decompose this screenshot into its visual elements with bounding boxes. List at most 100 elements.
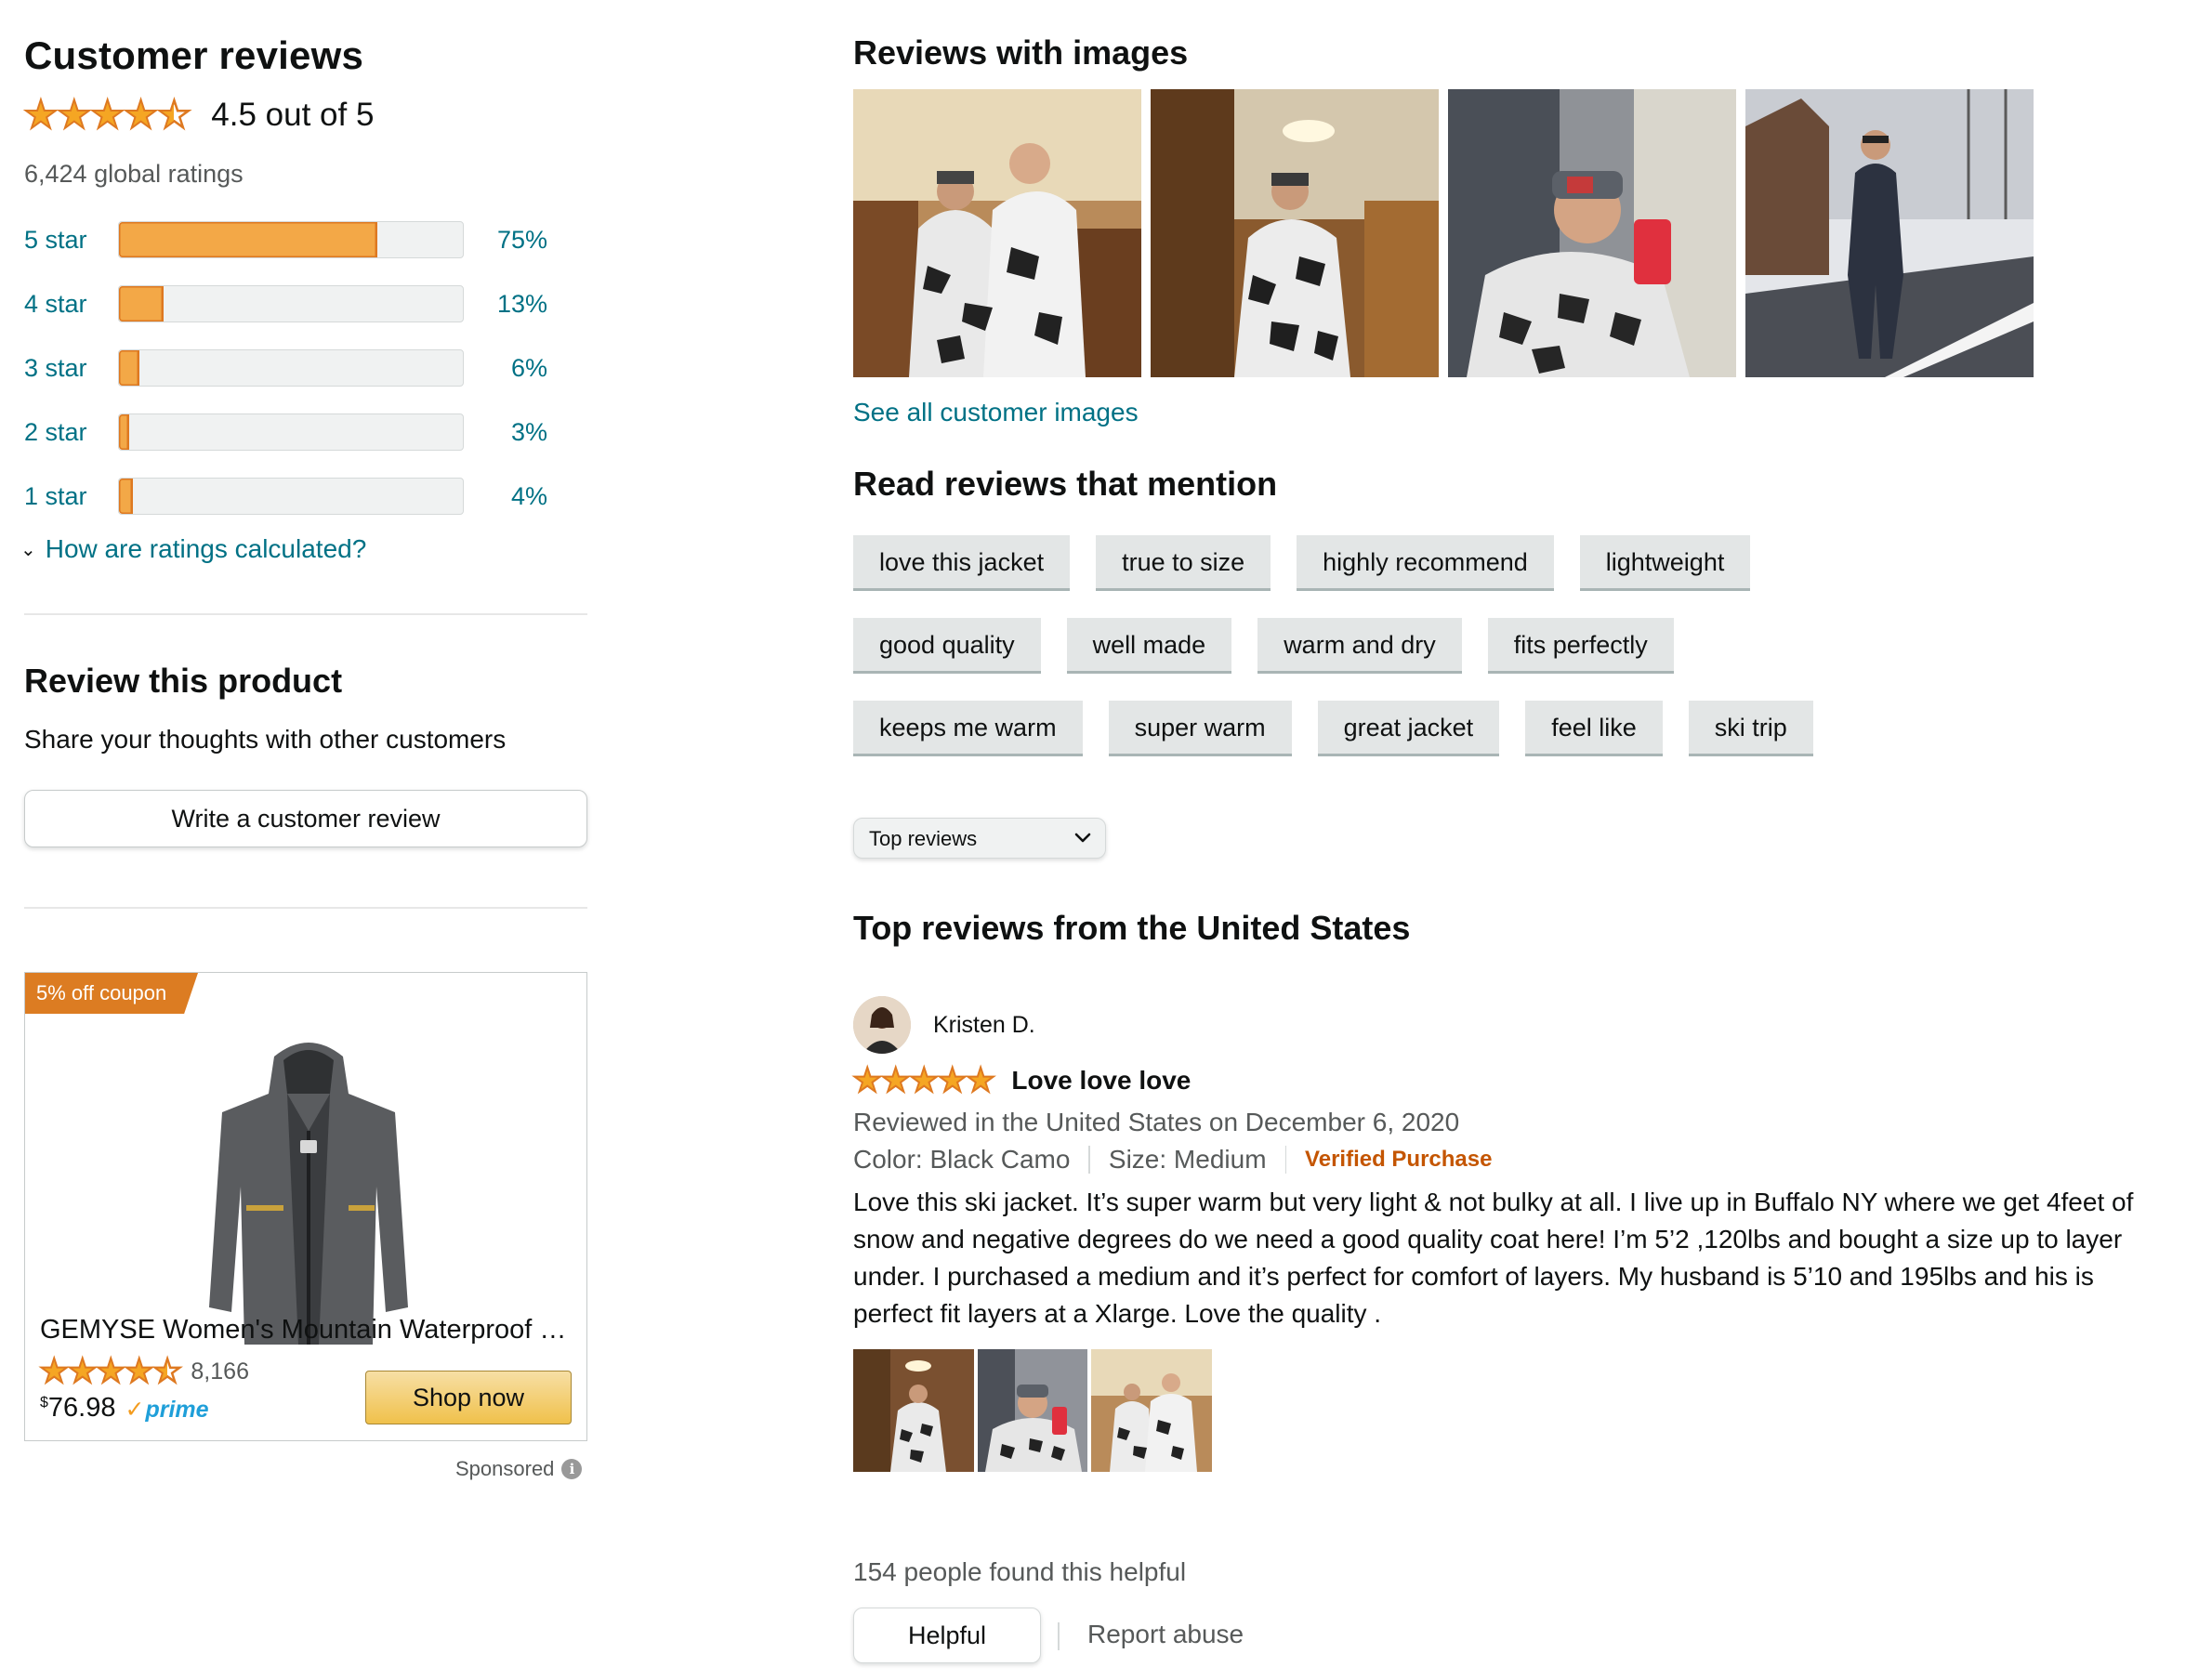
- mention-chip-row: love this jacket true to size highly rec…: [853, 535, 1751, 591]
- reviews-with-images-title: Reviews with images: [853, 33, 1189, 72]
- review-attached-image[interactable]: [853, 1349, 974, 1472]
- histogram-bar[interactable]: [118, 413, 464, 451]
- ad-price: $ 76.98 ✓prime: [40, 1393, 209, 1424]
- see-all-images-link[interactable]: See all customer images: [853, 398, 1139, 427]
- histogram-bar[interactable]: [118, 478, 464, 515]
- mention-chip[interactable]: warm and dry: [1257, 618, 1462, 674]
- review-image-thumbnail[interactable]: [1745, 89, 2034, 377]
- shop-now-button[interactable]: Shop now: [365, 1371, 572, 1424]
- sort-selected-value: Top reviews: [869, 827, 978, 850]
- mention-chip[interactable]: well made: [1066, 618, 1232, 674]
- histogram-label[interactable]: 2 star: [24, 418, 118, 447]
- helpful-count: 154 people found this helpful: [853, 1557, 1187, 1586]
- meta-separator: [1088, 1146, 1090, 1174]
- histogram-percent[interactable]: 75%: [464, 226, 547, 255]
- histogram-label[interactable]: 3 star: [24, 354, 118, 383]
- histogram-row-4-star[interactable]: 4 star 13%: [24, 285, 573, 322]
- histogram-label[interactable]: 5 star: [24, 226, 118, 255]
- info-icon[interactable]: i: [561, 1459, 583, 1479]
- review-image-thumbnail[interactable]: [1151, 89, 1439, 377]
- prime-check-icon: ✓: [125, 1397, 145, 1423]
- histogram-row-3-star[interactable]: 3 star 6%: [24, 349, 573, 387]
- mention-chip[interactable]: lightweight: [1579, 535, 1751, 591]
- histogram-fill: [119, 222, 377, 257]
- mention-chip[interactable]: love this jacket: [853, 535, 1071, 591]
- sponsored-label[interactable]: Sponsored i: [455, 1457, 583, 1481]
- mention-chip[interactable]: fits perfectly: [1487, 618, 1674, 674]
- histogram-fill: [119, 350, 140, 386]
- histogram-fill: [119, 414, 130, 450]
- jacket-product-image[interactable]: [209, 1029, 408, 1356]
- mention-chip[interactable]: true to size: [1096, 535, 1271, 591]
- customer-reviews-title: Customer reviews: [24, 33, 364, 77]
- ad-product-title[interactable]: GEMYSE Women's Mountain Waterproof S…: [40, 1315, 579, 1345]
- histogram-percent[interactable]: 3%: [464, 418, 547, 447]
- average-rating: ★★★★★★★★★★ 4.5 out of 5: [23, 95, 375, 136]
- meta-separator: [1284, 1146, 1287, 1174]
- histogram-fill: [119, 479, 133, 514]
- coupon-badge: 5% off coupon: [25, 973, 198, 1014]
- review-date: Reviewed in the United States on Decembe…: [853, 1108, 1460, 1136]
- global-ratings-count: 6,424 global ratings: [24, 160, 244, 188]
- review-image-thumbnail[interactable]: [853, 89, 1141, 377]
- histogram-percent[interactable]: 13%: [464, 290, 547, 319]
- review-attached-image[interactable]: [978, 1349, 1087, 1472]
- review-size[interactable]: Size: Medium: [1109, 1145, 1267, 1175]
- average-rating-text: 4.5 out of 5: [211, 97, 375, 133]
- histogram-row-1-star[interactable]: 1 star 4%: [24, 478, 573, 515]
- ratings-calculation-link[interactable]: ⌄ How are ratings calculated?: [20, 534, 366, 564]
- histogram-label[interactable]: 1 star: [24, 482, 118, 511]
- mention-chip[interactable]: super warm: [1108, 701, 1292, 756]
- histogram-bar[interactable]: [118, 349, 464, 387]
- avatar[interactable]: [853, 996, 911, 1054]
- mention-chip[interactable]: feel like: [1525, 701, 1663, 756]
- reviewer-name[interactable]: Kristen D.: [933, 1012, 1035, 1039]
- ratings-calculation-label[interactable]: How are ratings calculated?: [46, 534, 367, 564]
- section-divider: [24, 613, 587, 615]
- histogram-percent[interactable]: 4%: [464, 482, 547, 511]
- histogram-bar[interactable]: [118, 285, 464, 322]
- star-rating-icon: ★★★★★★★★★★: [852, 1063, 996, 1098]
- review-attached-images: [853, 1349, 1212, 1472]
- sponsored-ad-card[interactable]: 5% off coupon GEMYSE Women's Mountain Wa…: [24, 972, 587, 1441]
- review-image-thumbnail[interactable]: [1448, 89, 1736, 377]
- ad-rating[interactable]: ★★★★★★★★★★ 8,166: [39, 1355, 249, 1389]
- mentions-title: Read reviews that mention: [853, 465, 1278, 503]
- price-value: 76.98: [47, 1393, 116, 1423]
- review-image-gallery: [853, 89, 2034, 377]
- mention-chip-row: good quality well made warm and dry fits…: [853, 618, 1674, 674]
- mention-chip[interactable]: good quality: [853, 618, 1041, 674]
- histogram-percent[interactable]: 6%: [464, 354, 547, 383]
- chevron-down-icon: ⌄: [20, 539, 36, 560]
- histogram-row-2-star[interactable]: 2 star 3%: [24, 413, 573, 451]
- mention-chip[interactable]: keeps me warm: [853, 701, 1083, 756]
- prime-label: prime: [145, 1397, 209, 1423]
- review-variant-info: Color: Black Camo Size: Medium Verified …: [853, 1145, 1492, 1175]
- review-color[interactable]: Color: Black Camo: [853, 1145, 1070, 1175]
- report-abuse-link[interactable]: Report abuse: [1087, 1620, 1244, 1649]
- review-product-subtitle: Share your thoughts with other customers: [24, 725, 507, 754]
- histogram-row-5-star[interactable]: 5 star 75%: [24, 221, 573, 258]
- mention-chip[interactable]: ski trip: [1688, 701, 1813, 756]
- action-separator: [1058, 1622, 1060, 1650]
- write-review-button[interactable]: Write a customer review: [24, 790, 587, 847]
- sort-dropdown[interactable]: Top reviews: [853, 818, 1106, 859]
- helpful-button[interactable]: Helpful: [853, 1608, 1041, 1663]
- reviewer-profile[interactable]: Kristen D.: [853, 996, 1035, 1054]
- histogram-label[interactable]: 4 star: [24, 290, 118, 319]
- prime-badge: ✓prime: [125, 1396, 208, 1424]
- star-rating-icon: ★★★★★★★★★★: [23, 95, 192, 136]
- price-currency: $: [40, 1395, 48, 1411]
- review-attached-image[interactable]: [1091, 1349, 1212, 1472]
- review-headline[interactable]: Love love love: [1011, 1066, 1191, 1096]
- review-product-title: Review this product: [24, 662, 343, 700]
- mention-chip[interactable]: great jacket: [1317, 701, 1500, 756]
- histogram-fill: [119, 286, 165, 322]
- verified-purchase-badge: Verified Purchase: [1305, 1147, 1493, 1172]
- mention-chip[interactable]: highly recommend: [1297, 535, 1554, 591]
- sponsored-text: Sponsored: [455, 1457, 555, 1480]
- review-header: ★★★★★ ★★★★★ Love love love: [852, 1063, 1192, 1098]
- histogram-bar[interactable]: [118, 221, 464, 258]
- ad-rating-count[interactable]: 8,166: [191, 1358, 249, 1385]
- review-body: Love this ski jacket. It’s super warm bu…: [853, 1188, 2134, 1328]
